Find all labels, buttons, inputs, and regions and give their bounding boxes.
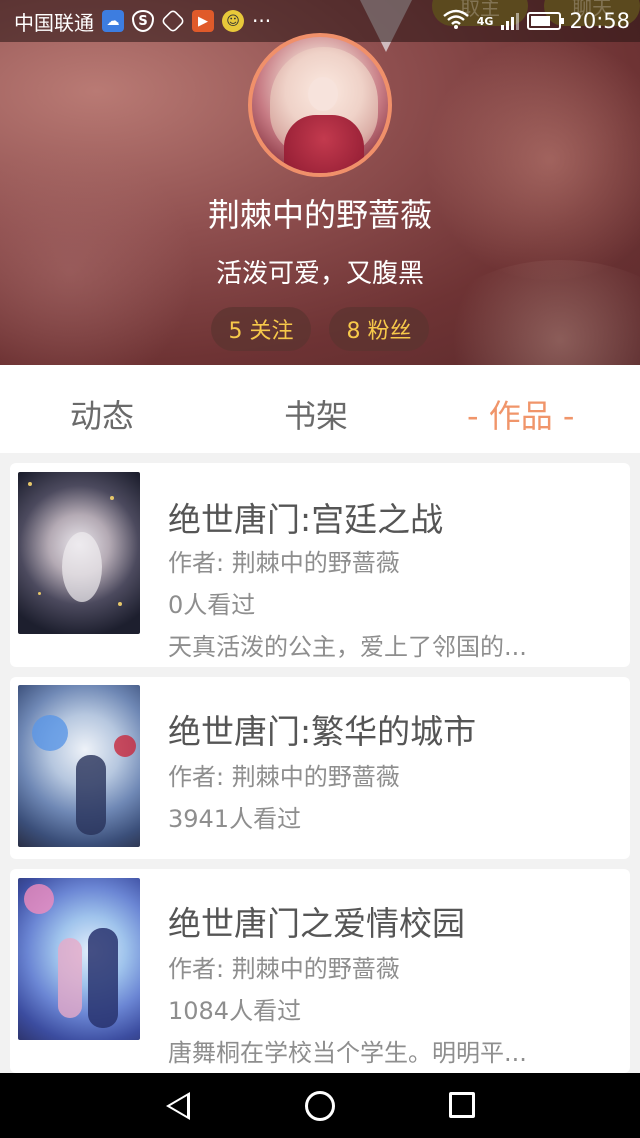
avatar[interactable] (248, 33, 392, 177)
shield-icon: S (132, 10, 154, 32)
book-summary: 天真活泼的公主，爱上了邻国的... (168, 633, 527, 661)
book-title: 绝世唐门:宫廷之战 (168, 500, 444, 539)
fans-count-label: 8 粉丝 (346, 319, 412, 344)
clock: 20:58 (569, 9, 630, 33)
app-screen: 取主 聊天 中国联通 ☁ S ▶ ☺ ··· (0, 0, 640, 1138)
list-item[interactable]: 绝世唐门:繁华的城市 作者: 荆棘中的野蔷薇 3941人看过 (10, 677, 630, 859)
signal-icon (501, 12, 520, 30)
carrier-name: 中国联通 (14, 10, 94, 35)
book-views: 1084人看过 (168, 997, 302, 1025)
list-item[interactable]: 绝世唐门之爱情校园 作者: 荆棘中的野蔷薇 1084人看过 唐舞桐在学校当个学生… (10, 869, 630, 1073)
follow-count-label: 5 关注 (228, 319, 294, 344)
book-author: 作者: 荆棘中的野蔷薇 (168, 549, 400, 577)
book-title: 绝世唐门之爱情校园 (168, 904, 465, 943)
tab-bookshelf[interactable]: 书架 (284, 391, 348, 437)
video-play-icon: ▶ (192, 10, 214, 32)
battery-level (531, 16, 551, 26)
home-icon[interactable] (305, 1091, 335, 1121)
ai-face-icon: ☺ (222, 10, 244, 32)
book-summary: 唐舞桐在学校当个学生。明明平... (168, 1039, 527, 1067)
profile-tabs: 动态 书架 - 作品 - (0, 365, 640, 453)
follow-count-button[interactable]: 5 关注 (211, 307, 311, 351)
book-cover-image (18, 685, 140, 847)
tab-works[interactable]: - 作品 - (467, 391, 574, 437)
network-type: 4G (476, 14, 494, 28)
book-author: 作者: 荆棘中的野蔷薇 (168, 955, 400, 983)
book-views: 0人看过 (168, 591, 256, 619)
hexagon-icon (160, 8, 186, 34)
recent-apps-icon[interactable] (449, 1092, 475, 1118)
battery-icon (527, 12, 565, 30)
wifi-icon (443, 9, 469, 34)
works-list: 绝世唐门:宫廷之战 作者: 荆棘中的野蔷薇 0人看过 天真活泼的公主，爱上了邻国… (0, 453, 640, 1073)
more-notifications-icon: ··· (252, 9, 272, 33)
book-author: 作者: 荆棘中的野蔷薇 (168, 763, 400, 791)
profile-header: 取主 聊天 中国联通 ☁ S ▶ ☺ ··· (0, 0, 640, 365)
list-item[interactable]: 绝世唐门:宫廷之战 作者: 荆棘中的野蔷薇 0人看过 天真活泼的公主，爱上了邻国… (10, 463, 630, 667)
book-views: 3941人看过 (168, 805, 302, 833)
tab-dynamics[interactable]: 动态 (70, 391, 134, 437)
background-glow (420, 40, 640, 280)
cloud-sync-icon: ☁ (102, 10, 124, 32)
fans-count-button[interactable]: 8 粉丝 (329, 307, 429, 351)
profile-name: 荆棘中的野蔷薇 (207, 196, 432, 234)
system-nav-bar (0, 1073, 640, 1138)
book-cover-image (18, 472, 140, 634)
profile-bio: 活泼可爱，又腹黑 (215, 259, 424, 289)
book-title: 绝世唐门:繁华的城市 (168, 712, 477, 751)
book-cover-image (18, 878, 140, 1040)
back-icon[interactable] (166, 1092, 190, 1120)
